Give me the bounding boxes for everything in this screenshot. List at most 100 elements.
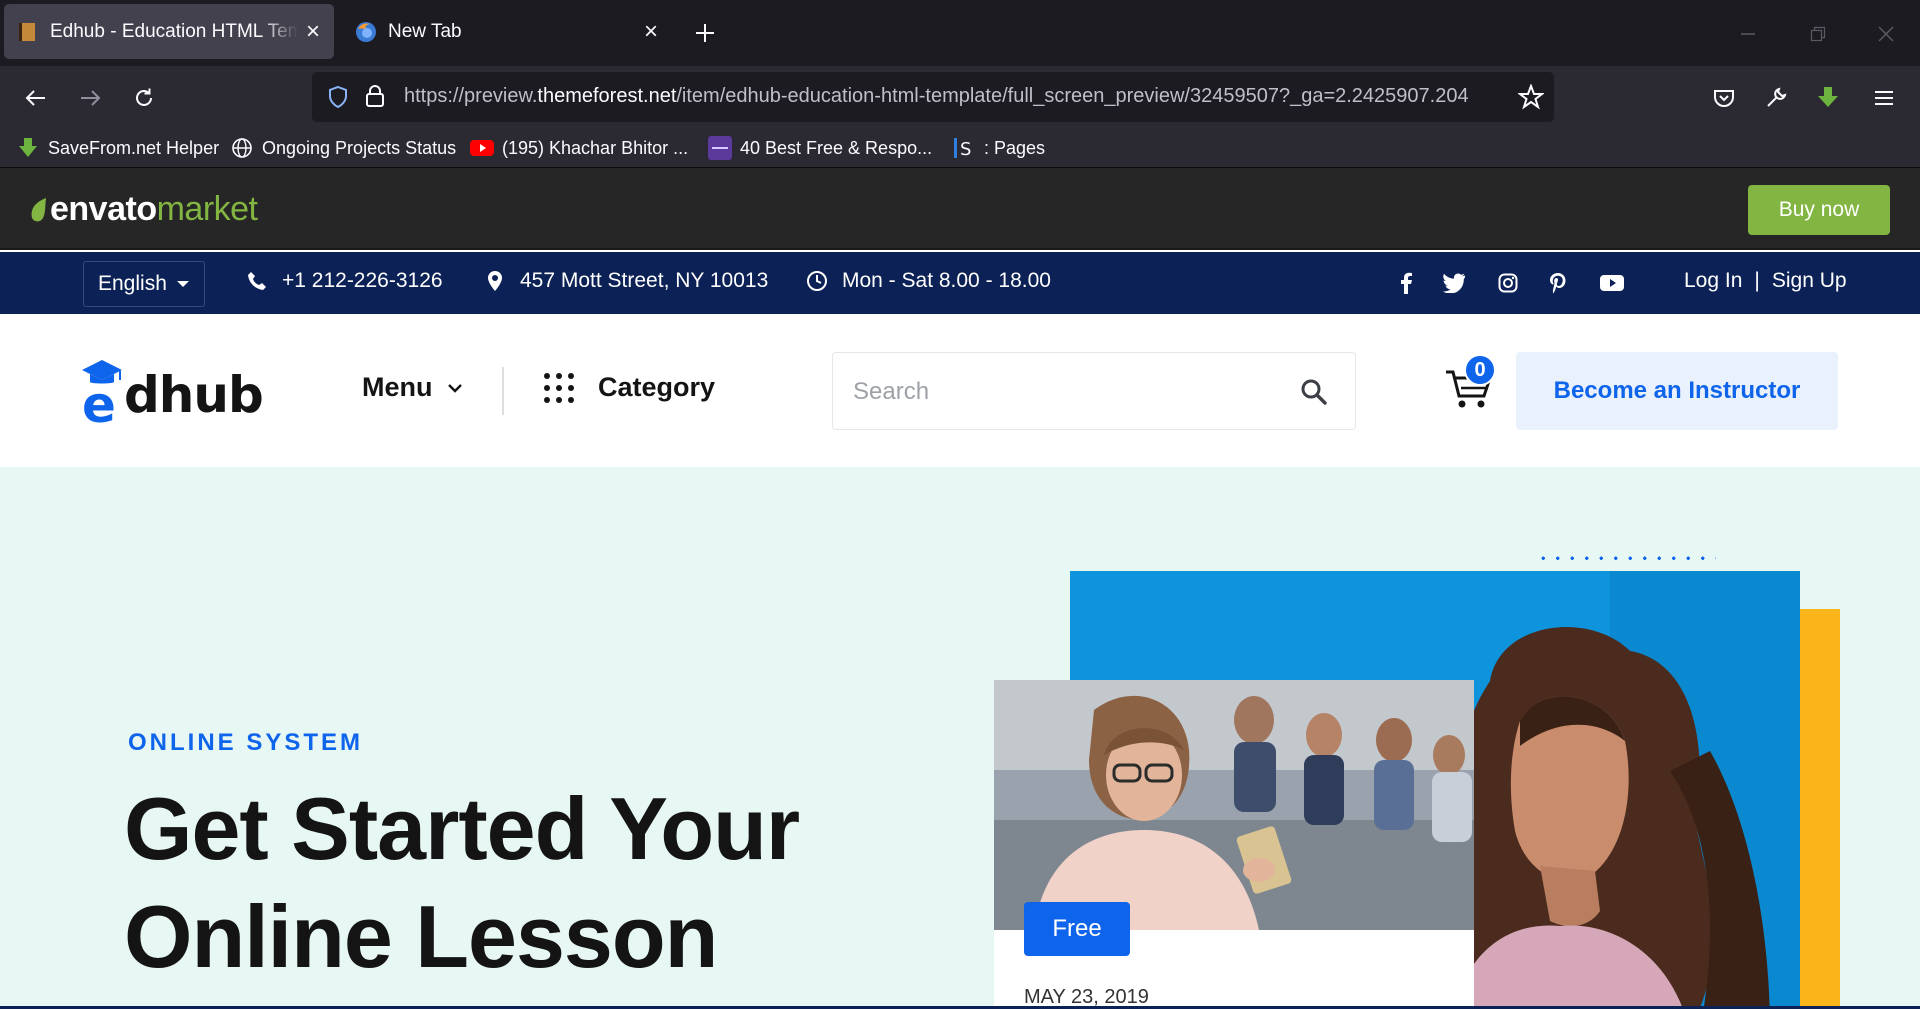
browser-tab-strip: Edhub - Education HTML Template × New Ta…: [0, 0, 1920, 66]
restore-button[interactable]: [1798, 14, 1838, 54]
twitter-icon[interactable]: [1442, 271, 1466, 295]
headline-line-2: Online Lesson: [124, 887, 718, 986]
phone-icon: [246, 270, 268, 292]
wrench-icon: [1767, 87, 1787, 107]
facebook-icon[interactable]: [1394, 271, 1418, 295]
grid-dots-icon: [544, 372, 574, 403]
youtube-icon[interactable]: [1600, 271, 1624, 295]
close-tab-icon[interactable]: ×: [298, 17, 328, 47]
hero-headline: Get Started Your Online Lesson: [124, 775, 800, 991]
arrow-left-icon: [25, 90, 45, 106]
reload-button[interactable]: [124, 78, 164, 118]
globe-icon: [230, 136, 254, 160]
minimize-button[interactable]: [1728, 14, 1768, 54]
bookmark-label: (195) Khachar Bhitor ...: [502, 137, 689, 158]
tab-title: New Tab: [388, 20, 462, 42]
decorative-yellow-bar: [1794, 609, 1840, 1009]
bookmark-label: : Pages: [984, 137, 1046, 158]
pocket-button[interactable]: [1704, 78, 1744, 118]
envato-preview-bar: envato market Buy now: [0, 168, 1920, 250]
customize-button[interactable]: [1756, 78, 1796, 118]
minimize-icon: [1741, 33, 1755, 35]
signup-link[interactable]: Sign Up: [1772, 269, 1847, 293]
url-path: /item/edhub-education-html-template/full…: [676, 85, 1469, 107]
address-info: 457 Mott Street, NY 10013: [484, 269, 768, 293]
login-link[interactable]: Log In: [1684, 269, 1742, 293]
colorlib-icon: [708, 136, 732, 160]
hero-eyebrow: ONLINE SYSTEM: [128, 729, 364, 756]
arrow-right-icon: [81, 90, 101, 106]
star-bookmark-icon[interactable]: [1518, 84, 1544, 110]
decorative-dots: [1536, 551, 1716, 573]
envato-logo[interactable]: envato market: [28, 190, 258, 229]
site-top-bar: English +1 212-226-3126 457 Mott Street,…: [0, 252, 1920, 314]
pinterest-icon[interactable]: [1546, 271, 1570, 295]
restore-icon: [1810, 26, 1826, 42]
shield-icon[interactable]: [326, 85, 350, 109]
course-card-image: [994, 680, 1474, 930]
address-text: 457 Mott Street, NY 10013: [520, 269, 769, 292]
forward-button[interactable]: [70, 78, 110, 118]
search-icon[interactable]: [1299, 377, 1329, 407]
firefox-icon: [356, 21, 376, 42]
auth-links: Log In | Sign Up: [1684, 269, 1847, 293]
url-domain: themeforest.net: [537, 85, 677, 107]
clock-icon: [806, 270, 828, 292]
pocket-icon: [1714, 90, 1734, 107]
address-bar[interactable]: https://preview.themeforest.net/item/edh…: [312, 72, 1554, 122]
header-divider: [502, 367, 504, 415]
tab-edhub[interactable]: Edhub - Education HTML Template ×: [4, 4, 334, 59]
auth-separator: |: [1754, 269, 1760, 292]
classroom-photo: [994, 680, 1474, 930]
close-window-button[interactable]: [1866, 14, 1906, 54]
edhub-logo[interactable]: e dhub: [80, 358, 264, 428]
bookmark-pages[interactable]: S : Pages: [952, 134, 1045, 162]
language-select[interactable]: English: [83, 261, 205, 307]
buy-now-button[interactable]: Buy now: [1748, 185, 1890, 235]
chevron-down-icon: [447, 383, 462, 393]
category-button[interactable]: Category: [544, 372, 715, 403]
menu-label: Menu: [362, 372, 433, 402]
reload-icon: [136, 88, 152, 106]
app-menu-button[interactable]: [1864, 78, 1904, 118]
hours-info: Mon - Sat 8.00 - 18.00: [806, 269, 1051, 293]
category-label: Category: [598, 372, 716, 402]
savefrom-extension-button[interactable]: [1808, 78, 1848, 118]
svg-text:S: S: [960, 139, 971, 160]
bookmark-savefrom[interactable]: SaveFrom.net Helper: [16, 134, 219, 162]
instagram-icon[interactable]: [1496, 271, 1520, 295]
caret-down-icon: [176, 281, 189, 287]
bookmark-label: Ongoing Projects Status: [262, 137, 457, 158]
logo-text: dhub: [124, 366, 264, 424]
course-card[interactable]: Free MAY 23, 2019: [994, 680, 1474, 1009]
youtube-icon: [470, 136, 494, 160]
envato-logo-light: market: [156, 190, 258, 228]
site-header: e dhub Menu Category Become an Instructo…: [0, 314, 1920, 467]
close-tab-icon[interactable]: ×: [636, 17, 666, 47]
become-instructor-button[interactable]: Become an Instructor: [1516, 352, 1838, 430]
bookmark-label: SaveFrom.net Helper: [48, 137, 220, 158]
map-pin-icon: [484, 270, 506, 292]
back-button[interactable]: [16, 78, 56, 118]
hero-section: ONLINE SYSTEM Get Started Your Online Le…: [0, 467, 1920, 1009]
book-favicon-icon: [19, 22, 35, 41]
cart-count-badge: 0: [1464, 354, 1496, 386]
hours-text: Mon - Sat 8.00 - 18.00: [842, 269, 1051, 292]
envato-logo-bold: envato: [50, 190, 157, 228]
phone-info[interactable]: +1 212-226-3126: [246, 269, 443, 293]
tab-new-tab[interactable]: New Tab ×: [342, 4, 672, 59]
download-arrow-icon: [1818, 87, 1838, 107]
lock-icon[interactable]: [364, 84, 386, 108]
s-logo-icon: S: [952, 136, 976, 160]
graduation-cap-icon: e: [82, 360, 122, 428]
new-tab-button[interactable]: [688, 16, 722, 50]
bookmark-colorlib[interactable]: 40 Best Free & Respo...: [708, 134, 932, 162]
search-input[interactable]: [853, 375, 1273, 409]
bookmark-ongoing-projects[interactable]: Ongoing Projects Status: [230, 134, 456, 162]
tab-title: Edhub - Education HTML Template: [50, 20, 298, 42]
close-icon: [1878, 26, 1894, 42]
menu-dropdown[interactable]: Menu: [362, 372, 463, 403]
download-arrow-icon: [16, 136, 40, 160]
bookmark-youtube[interactable]: (195) Khachar Bhitor ...: [470, 134, 688, 162]
url-text[interactable]: https://preview.themeforest.net/item/edh…: [404, 85, 1504, 108]
